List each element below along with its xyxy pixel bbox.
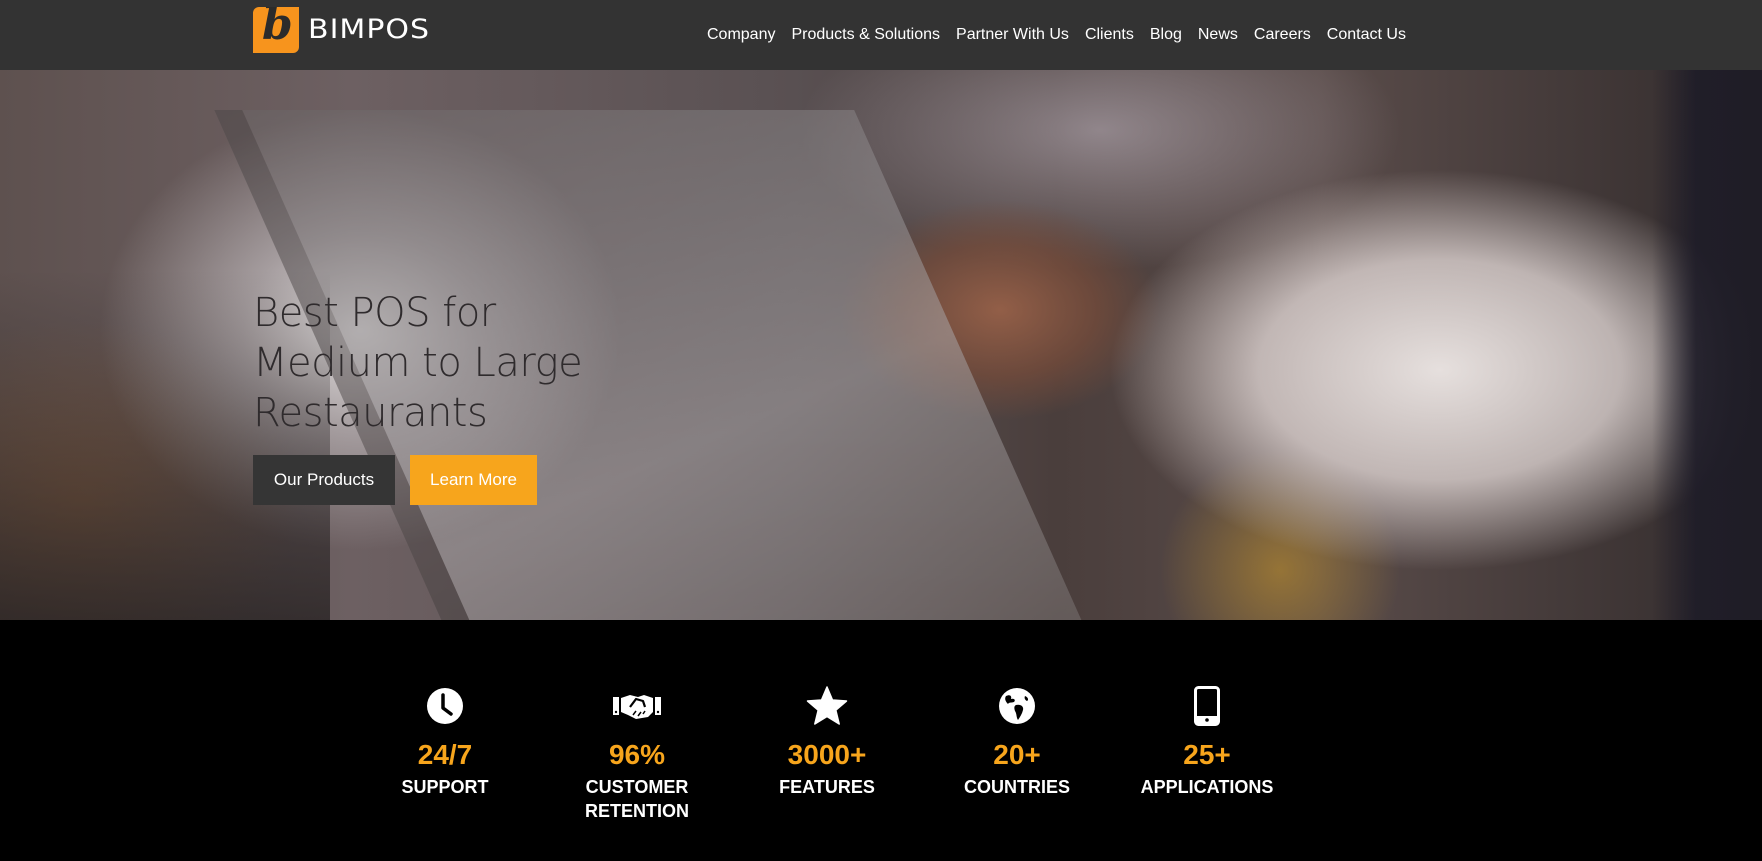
nav-link-news[interactable]: News bbox=[1198, 24, 1238, 46]
clock-icon bbox=[355, 686, 535, 726]
stat-applications: 25+ APPLICATIONS bbox=[1117, 686, 1297, 799]
stat-support: 24/7 SUPPORT bbox=[355, 686, 535, 799]
handshake-icon bbox=[547, 686, 727, 726]
stat-customer-retention: 96% CUSTOMER RETENTION bbox=[547, 686, 727, 823]
nav-link-blog[interactable]: Blog bbox=[1150, 24, 1182, 46]
learn-more-button[interactable]: Learn More bbox=[410, 455, 537, 505]
nav-link-contact-us[interactable]: Contact Us bbox=[1327, 24, 1406, 46]
stat-countries: 20+ COUNTRIES bbox=[927, 686, 1107, 799]
stat-label: FEATURES bbox=[779, 777, 875, 797]
stat-value: 96% bbox=[608, 739, 666, 770]
stat-label: COUNTRIES bbox=[963, 777, 1070, 797]
hero-heading-line: Restaurants bbox=[253, 390, 488, 436]
our-products-button[interactable]: Our Products bbox=[253, 455, 395, 505]
hero-banner: Best POS for Medium to Large Restaurants… bbox=[0, 70, 1762, 620]
stat-label: SUPPORT bbox=[401, 777, 489, 797]
stats-section: 24/7 SUPPORT 96% CUSTOMER RETENTION 3000… bbox=[0, 620, 1762, 861]
logo-letter: b bbox=[262, 7, 293, 50]
stat-value: 3000+ bbox=[787, 739, 867, 770]
mobile-phone-icon bbox=[1117, 686, 1297, 726]
nav-link-partner-with-us[interactable]: Partner With Us bbox=[956, 24, 1069, 46]
stat-label: CUSTOMER RETENTION bbox=[584, 777, 689, 821]
main-menu: Company Products & Solutions Partner Wit… bbox=[707, 24, 1406, 46]
nav-link-products-solutions[interactable]: Products & Solutions bbox=[791, 24, 940, 46]
stat-value: 20+ bbox=[993, 739, 1041, 770]
stat-value: 24/7 bbox=[417, 739, 473, 770]
hero-heading-line: Medium to Large bbox=[253, 340, 583, 386]
bimpos-logo[interactable]: b BIMPOS bbox=[253, 7, 430, 53]
nav-link-careers[interactable]: Careers bbox=[1254, 24, 1311, 46]
nav-link-company[interactable]: Company bbox=[707, 24, 775, 46]
nav-link-clients[interactable]: Clients bbox=[1085, 24, 1134, 46]
stat-value: 25+ bbox=[1183, 739, 1231, 770]
hero-heading-line: Best POS for bbox=[253, 290, 496, 336]
logo-wordmark: BIMPOS bbox=[308, 13, 431, 46]
star-icon bbox=[737, 686, 917, 726]
top-navigation-bar: b BIMPOS Company Products & Solutions Pa… bbox=[0, 0, 1762, 70]
hero-heading: Best POS for Medium to Large Restaurants bbox=[253, 288, 583, 438]
stat-features: 3000+ FEATURES bbox=[737, 686, 917, 799]
stat-label: APPLICATIONS bbox=[1140, 777, 1274, 797]
logo-mark-icon: b bbox=[253, 7, 299, 53]
globe-icon bbox=[927, 686, 1107, 726]
hero-background-apron-image bbox=[1652, 70, 1762, 620]
